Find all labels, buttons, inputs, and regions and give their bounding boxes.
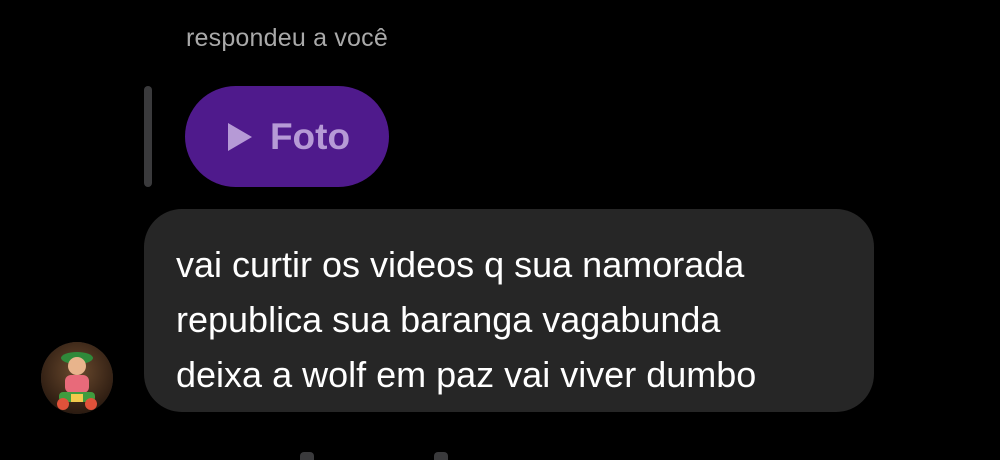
quoted-photo-chip[interactable]: Foto [185,86,389,187]
chat-thread: respondeu a você Foto vai curtir os vide… [0,0,1000,460]
sender-avatar[interactable] [41,342,113,414]
reply-caption: respondeu a você [186,24,388,52]
play-icon [227,122,252,151]
message-text: vai curtir os videos q sua namorada repu… [176,244,757,395]
next-message-peek [300,452,460,460]
reply-quote-bar [144,86,152,187]
avatar-image [41,342,113,414]
quoted-photo-label: Foto [269,115,351,157]
message-bubble[interactable]: vai curtir os videos q sua namorada repu… [144,209,874,412]
